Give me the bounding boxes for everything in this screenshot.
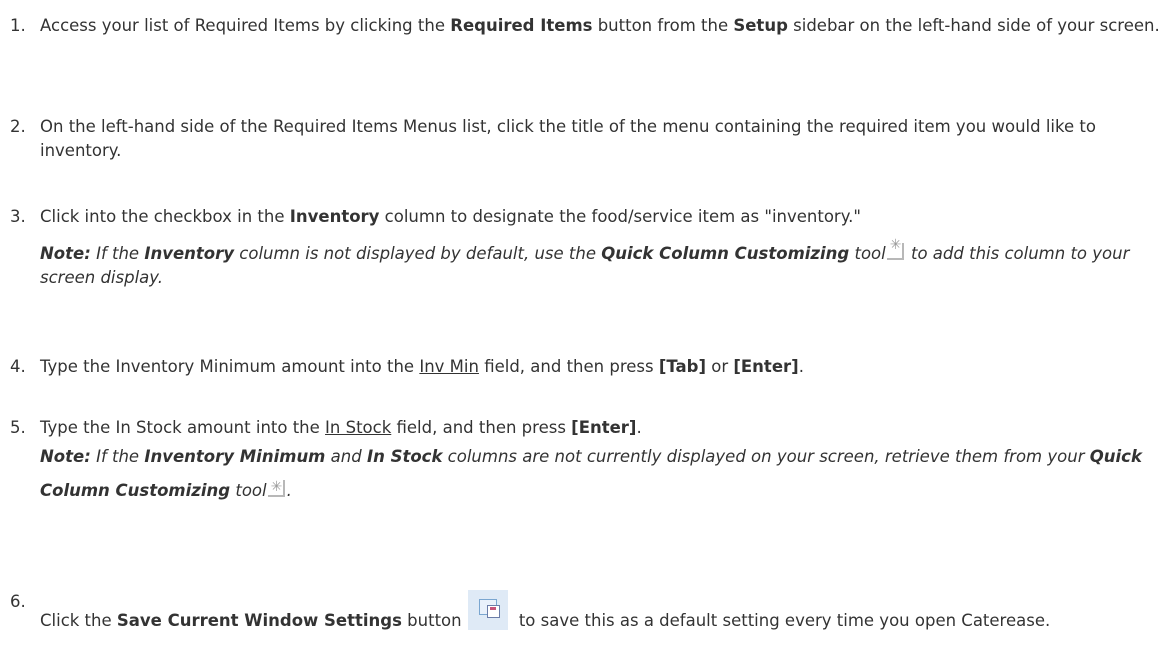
quick-column-customizing-icon: ✳ [886,237,905,263]
step-text: Access your list of Required Items by cl… [40,14,1170,38]
text-run: and [325,447,367,466]
text-run: field, and then press [391,418,572,437]
step-number: 2. [10,117,26,136]
note: Note: If the Inventory column is not dis… [40,237,1170,290]
step-text: Type the In Stock amount into the In Sto… [40,416,1170,508]
key-enter: [Enter] [571,418,637,437]
step-5: 5. Type the In Stock amount into the In … [10,416,1170,508]
bold-term-in-stock: In Stock [366,447,443,466]
text-run: Access your list of Required Items by cl… [40,16,451,35]
bold-term-save-current-window-settings: Save Current Window Settings [116,611,402,630]
text-run: . [636,418,642,437]
key-enter: [Enter] [733,357,799,376]
text-run: tool [230,481,267,500]
note: Note: If the Inventory Minimum and In St… [40,440,1170,508]
text-run: tool [849,244,886,263]
text-run: If the [90,447,145,466]
text-run: If the [90,244,145,263]
text-run: Type the In Stock amount into the [40,418,326,437]
text-run: Click into the checkbox in the [40,207,290,226]
field-name-inv-min: Inv Min [419,357,479,376]
bold-term-required-items: Required Items [450,16,593,35]
note-label: Note: [40,244,91,263]
step-1: 1. Access your list of Required Items by… [10,14,1170,38]
key-tab: [Tab] [658,357,706,376]
text-run: . [286,481,292,500]
step-text: On the left-hand side of the Required It… [40,117,1096,160]
text-run: Click the [40,611,117,630]
step-3: 3. Click into the checkbox in the Invent… [10,205,1170,290]
text-run: or [706,357,734,376]
bold-term-quick-column-customizing: Quick Column Customizing [601,244,850,263]
step-6: 6. Click the Save Current Window Setting… [10,590,1170,633]
quick-column-customizing-icon: ✳ [267,476,286,500]
text-run: button [401,611,462,630]
step-4: 4. Type the Inventory Minimum amount int… [10,355,1170,379]
step-number: 5. [10,418,26,437]
text-run: to save this as a default setting every … [513,611,1051,630]
bold-term-inventory: Inventory [289,207,380,226]
step-2: 2. On the left-hand side of the Required… [10,115,1170,163]
text-run: columns are not currently displayed on y… [442,447,1090,466]
save-window-settings-icon [467,590,508,630]
step-number: 4. [10,357,26,376]
bold-term-inventory-minimum: Inventory Minimum [144,447,326,466]
step-text: Type the Inventory Minimum amount into t… [40,355,1170,379]
text-run: . [798,357,804,376]
text-run: column to designate the food/service ite… [379,207,861,226]
bold-term-inventory: Inventory [144,244,235,263]
step-number: 3. [10,207,26,226]
step-number: 1. [10,16,26,35]
text-run: sidebar on the left-hand side of your sc… [787,16,1160,35]
note-label: Note: [40,447,91,466]
bold-term-setup: Setup [733,16,788,35]
text-run: button from the [592,16,734,35]
step-text: Click into the checkbox in the Inventory… [40,205,1170,290]
text-run: field, and then press [478,357,659,376]
step-number: 6. [10,592,26,611]
text-run: Type the Inventory Minimum amount into t… [40,357,420,376]
step-text: Click the Save Current Window Settings b… [40,590,1170,633]
text-run: column is not displayed by default, use … [234,244,602,263]
field-name-in-stock: In Stock [325,418,392,437]
